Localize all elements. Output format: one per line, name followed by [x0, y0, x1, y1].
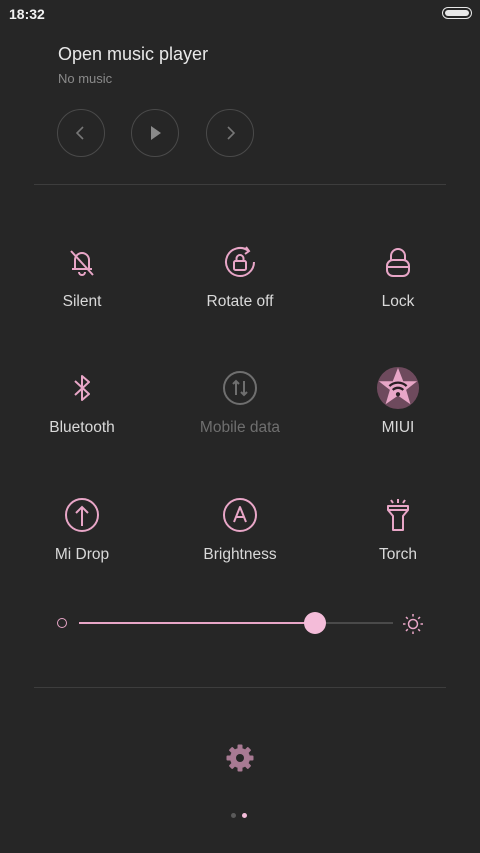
status-time: 18:32: [9, 6, 45, 22]
previous-button[interactable]: [57, 109, 105, 157]
tile-label: Torch: [379, 546, 417, 563]
tile-label: Mobile data: [199, 419, 281, 436]
chevron-right-icon: [227, 126, 236, 140]
torch-icon: [376, 493, 420, 537]
page-indicator: [229, 812, 251, 820]
tile-rotate[interactable]: Rotate off: [160, 240, 320, 350]
upload-icon: [60, 493, 104, 537]
brightness-slider-thumb[interactable]: [303, 612, 326, 634]
divider: [34, 184, 446, 185]
lock-icon: [376, 240, 420, 284]
play-icon: [151, 126, 161, 140]
tile-mobile-data[interactable]: Mobile data: [160, 366, 320, 476]
tile-label: Lock: [381, 293, 415, 310]
battery-icon: [442, 7, 472, 19]
tile-wifi[interactable]: MIUI: [318, 366, 478, 476]
brightness-slider-track[interactable]: [314, 622, 393, 624]
music-subtitle: No music: [58, 71, 113, 86]
tile-label: MIUI: [381, 419, 415, 436]
tile-silent[interactable]: Silent: [2, 240, 162, 350]
divider: [34, 687, 446, 688]
page-dot-active: [242, 813, 247, 818]
tile-bluetooth[interactable]: Bluetooth: [2, 366, 162, 476]
bell-off-icon: [60, 240, 104, 284]
wifi-icon: [376, 366, 420, 410]
music-title[interactable]: Open music player: [58, 44, 208, 65]
tile-brightness[interactable]: Brightness: [160, 493, 320, 603]
tile-label: Silent: [62, 293, 102, 310]
settings-button[interactable]: [224, 742, 256, 774]
rotate-lock-icon: [218, 240, 262, 284]
brightness-low-icon: [57, 618, 67, 628]
play-button[interactable]: [131, 109, 179, 157]
bluetooth-icon: [60, 366, 104, 410]
gear-icon: [226, 744, 254, 772]
tile-label: Mi Drop: [54, 546, 110, 563]
page-dot: [231, 813, 236, 818]
tile-label: Bluetooth: [49, 419, 115, 436]
brightness-slider-fill[interactable]: [79, 622, 315, 624]
tile-label: Rotate off: [206, 293, 274, 310]
mobile-data-icon: [218, 366, 262, 410]
chevron-left-icon: [75, 126, 84, 140]
status-bar: 18:32: [0, 0, 480, 28]
tile-lock[interactable]: Lock: [318, 240, 478, 350]
tile-torch[interactable]: Torch: [318, 493, 478, 603]
tile-mi-drop[interactable]: Mi Drop: [2, 493, 162, 603]
next-button[interactable]: [206, 109, 254, 157]
tile-label: Brightness: [203, 546, 277, 563]
brightness-high-icon: [402, 613, 424, 640]
auto-brightness-icon: [218, 493, 262, 537]
